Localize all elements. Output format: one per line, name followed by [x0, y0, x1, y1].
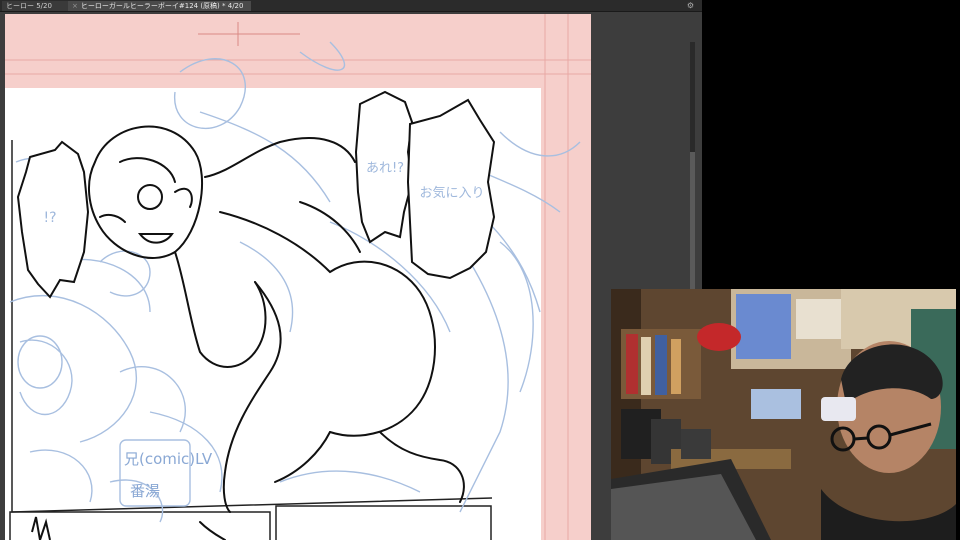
close-icon[interactable]: ×: [72, 2, 78, 10]
balloon-text-right-b: お気に入り: [419, 185, 484, 201]
balloon-text-right-a: あれ!?: [366, 161, 404, 176]
balloon-text-left: !?: [43, 210, 56, 226]
tab-hero-5-20[interactable]: ヒーロー 5/20: [2, 1, 72, 11]
tab-label: ヒーローガールヒーラーボーイ#124 (原稿) * 4/20: [80, 2, 244, 10]
sketch-note-1: 兄(comic)LV: [124, 450, 213, 468]
webcam-feed: [611, 289, 956, 540]
tab-hero-girl-healer-boy[interactable]: × ヒーローガールヒーラーボーイ#124 (原稿) * 4/20: [68, 1, 251, 11]
sketch-note-2: 番湯: [130, 482, 160, 500]
document-tab-bar: ヒーロー 5/20 × ヒーローガールヒーラーボーイ#124 (原稿) * 4/2…: [0, 0, 702, 12]
manga-page-canvas[interactable]: 兄(comic)LV 番湯 !? あれ!? お気に入り: [0, 12, 702, 540]
black-panel: [702, 0, 960, 289]
webcam-overlay: [611, 289, 956, 540]
black-strip: [956, 289, 960, 540]
drawing-canvas-area[interactable]: 兄(comic)LV 番湯 !? あれ!? お気に入り: [0, 12, 702, 540]
tab-label: ヒーロー 5/20: [6, 2, 52, 10]
scrollbar-thumb[interactable]: [690, 152, 695, 292]
gear-icon[interactable]: ⚙: [687, 0, 694, 11]
